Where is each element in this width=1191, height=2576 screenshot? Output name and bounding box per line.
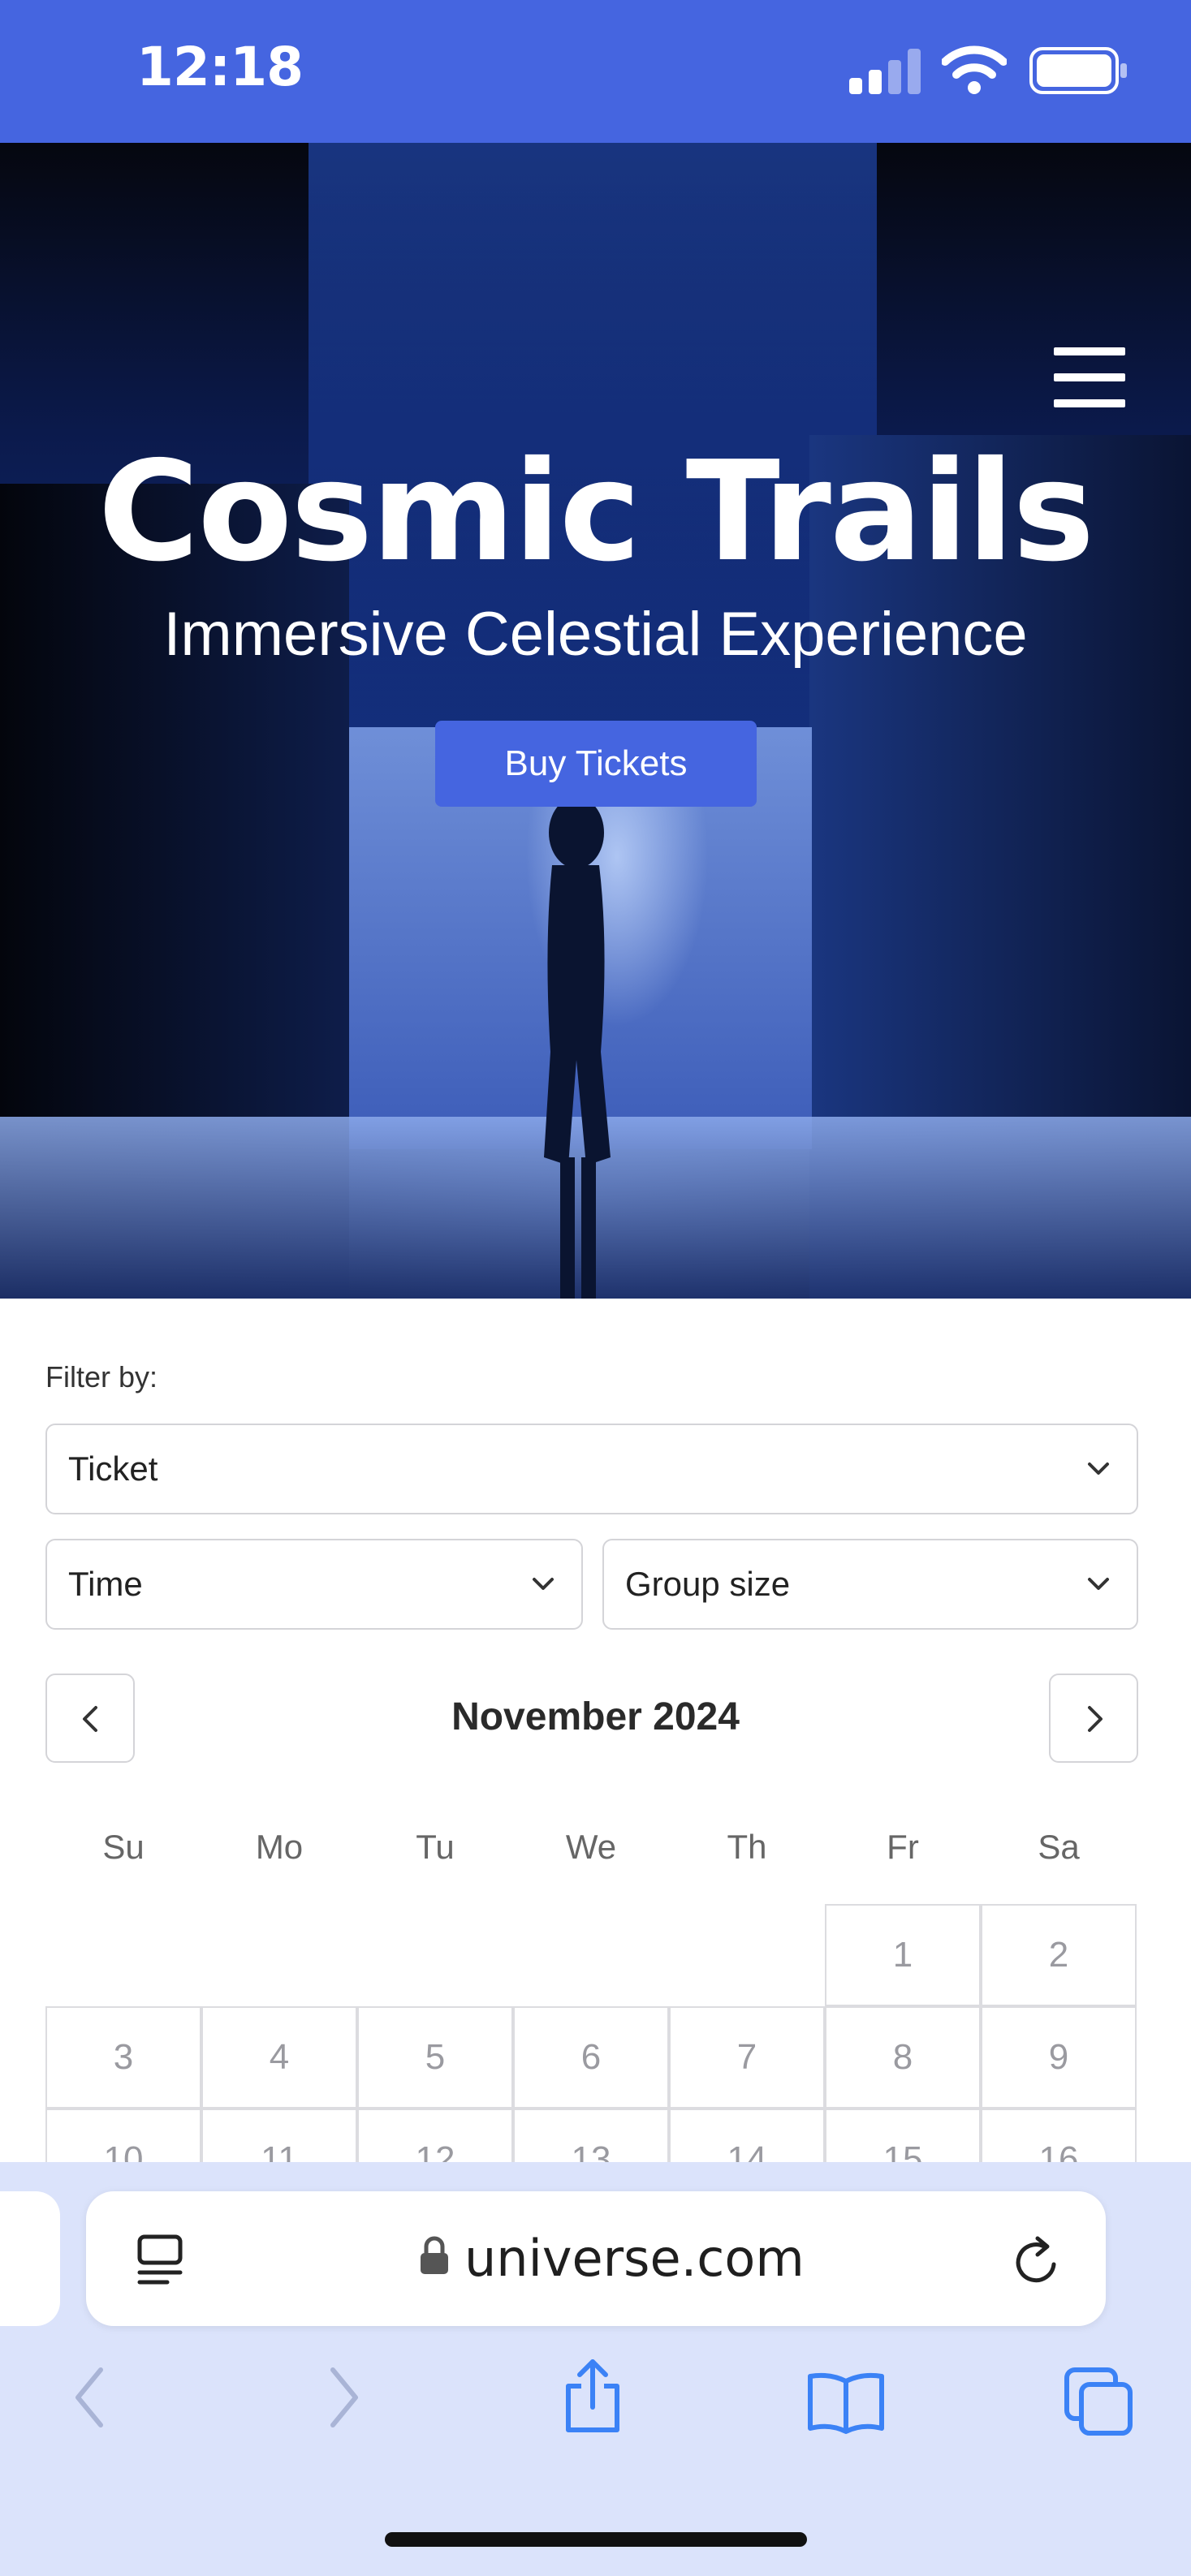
group-size-select[interactable]: Group size xyxy=(602,1539,1138,1630)
hero-banner: Cosmic Trails Immersive Celestial Experi… xyxy=(0,143,1191,1299)
bookmarks-icon[interactable] xyxy=(805,2370,887,2435)
weekday-label: Sa xyxy=(1038,1828,1080,1866)
calendar-day[interactable]: 4 xyxy=(201,2006,357,2109)
person-silhouette xyxy=(544,797,611,1299)
calendar-day[interactable]: 1 xyxy=(825,1904,981,2006)
group-size-select-value: Group size xyxy=(625,1565,791,1603)
calendar-day-number: 7 xyxy=(736,2037,757,2077)
chevron-down-icon xyxy=(1088,1578,1109,1590)
previous-tab-peek[interactable] xyxy=(0,2191,60,2326)
calendar-month-label: November 2024 xyxy=(451,1695,740,1738)
calendar-day[interactable]: 2 xyxy=(981,1904,1137,2006)
chevron-right-icon xyxy=(1088,1706,1103,1732)
home-indicator xyxy=(385,2532,807,2547)
weekday-label: We xyxy=(565,1828,617,1866)
hero-subtitle: Immersive Celestial Experience xyxy=(163,600,1028,669)
calendar-day[interactable]: 9 xyxy=(981,2006,1137,2109)
weekday-label: Tu xyxy=(416,1828,455,1866)
calendar-day-number: 4 xyxy=(269,2037,290,2077)
back-icon[interactable] xyxy=(68,2365,112,2430)
tabs-icon[interactable] xyxy=(1062,2365,1135,2438)
weekday-label: Su xyxy=(102,1828,145,1866)
reload-icon[interactable] xyxy=(1012,2232,1065,2290)
forward-icon[interactable] xyxy=(321,2365,365,2430)
calendar-day-number: 2 xyxy=(1048,1935,1069,1975)
calendar-day-number: 9 xyxy=(1048,2037,1069,2077)
calendar-day-number: 6 xyxy=(580,2037,602,2077)
cellular-signal-icon xyxy=(849,49,921,94)
share-icon[interactable] xyxy=(560,2357,625,2435)
ticket-select-value: Ticket xyxy=(68,1450,158,1488)
calendar-day[interactable]: 6 xyxy=(513,2006,669,2109)
buy-tickets-button[interactable]: Buy Tickets xyxy=(435,721,757,807)
weekday-label: Th xyxy=(727,1828,767,1866)
chevron-down-icon xyxy=(533,1578,554,1590)
status-time: 12:18 xyxy=(136,36,304,98)
filter-label: Filter by: xyxy=(45,1360,158,1394)
ticket-select[interactable]: Ticket xyxy=(45,1424,1138,1514)
time-select-value: Time xyxy=(68,1565,143,1603)
time-select[interactable]: Time xyxy=(45,1539,583,1630)
lock-icon xyxy=(421,2236,448,2274)
calendar-day-number: 3 xyxy=(113,2037,134,2077)
status-bar: 12:18 xyxy=(0,0,1191,143)
calendar-day[interactable]: 5 xyxy=(357,2006,513,2109)
calendar-day[interactable]: 8 xyxy=(825,2006,981,2109)
calendar-day-number: 5 xyxy=(425,2037,446,2077)
next-month-button[interactable] xyxy=(1049,1674,1138,1763)
url-text: universe.com xyxy=(464,2229,805,2288)
calendar-day-number: 1 xyxy=(892,1935,913,1975)
hero-title: Cosmic Trails xyxy=(97,432,1095,592)
calendar-day[interactable]: 3 xyxy=(45,2006,201,2109)
weekday-label: Mo xyxy=(255,1828,304,1866)
address-bar[interactable]: universe.com xyxy=(86,2191,1106,2326)
calendar-day[interactable]: 7 xyxy=(669,2006,825,2109)
chevron-down-icon xyxy=(1088,1462,1109,1475)
page-menu-icon[interactable] xyxy=(135,2234,185,2287)
wifi-icon xyxy=(942,45,1007,94)
battery-icon xyxy=(1029,47,1127,94)
browser-toolbar: universe.com xyxy=(0,2162,1191,2576)
weekday-label: Fr xyxy=(887,1828,919,1866)
calendar-day-number: 8 xyxy=(892,2037,913,2077)
hamburger-menu-icon[interactable] xyxy=(1054,347,1125,409)
